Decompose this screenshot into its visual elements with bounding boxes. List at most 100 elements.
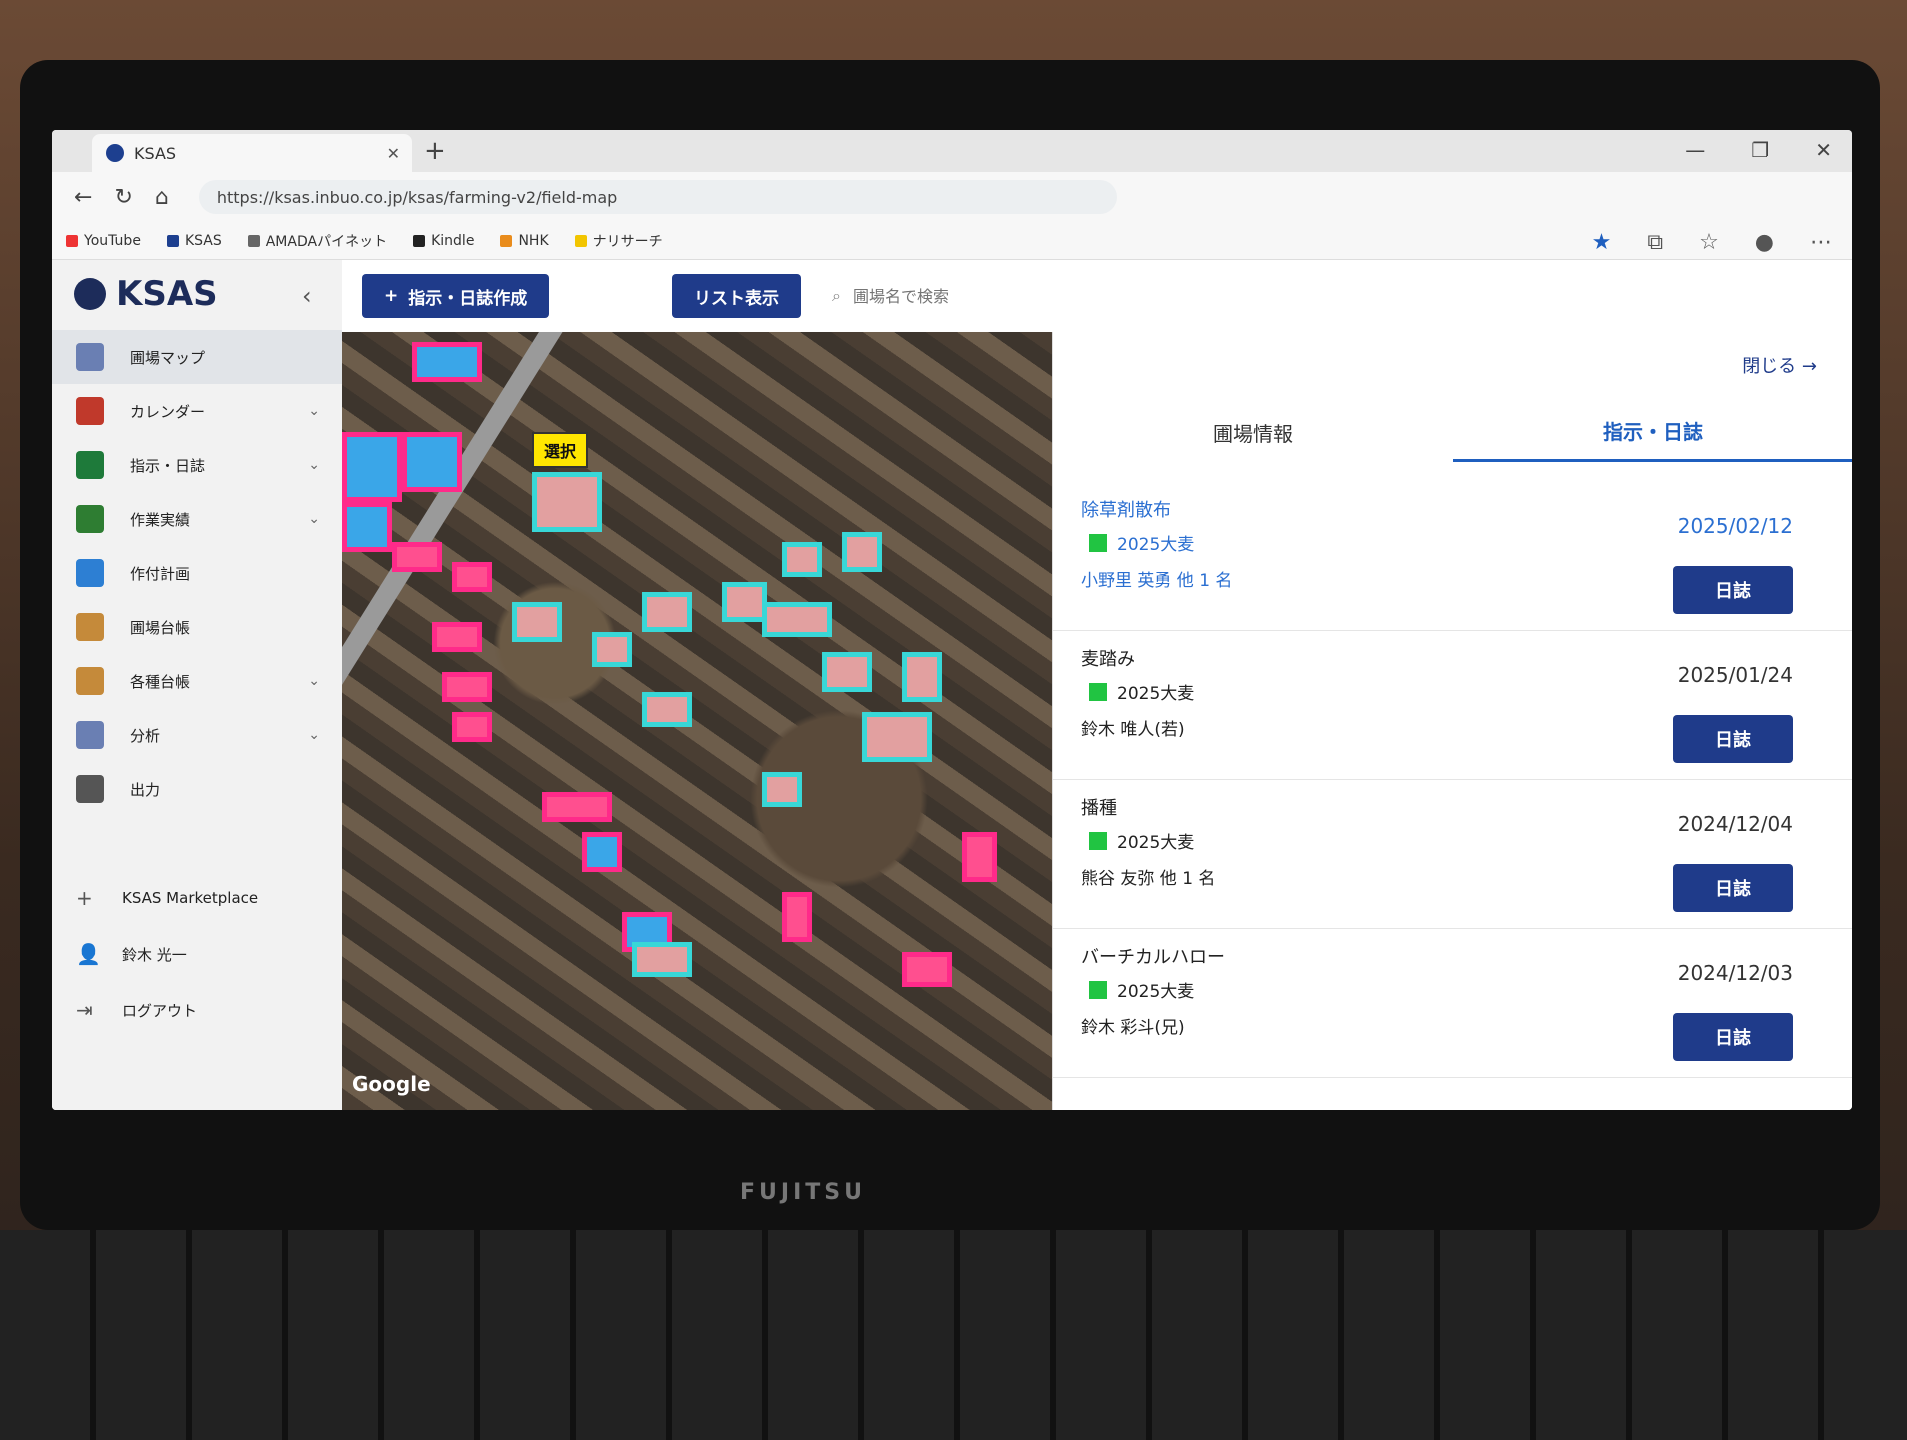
menu-icon [76,613,104,641]
bookmark[interactable]: KSAS [166,233,222,249]
field-detail-panel: 閉じる → 圃場情報 指示・日誌 除草剤散布 2025大麦 小野里 英勇 他 1 名… [1052,332,1852,1110]
entry-title[interactable]: 除草剤散布 [1081,496,1171,522]
map-field[interactable] [442,672,492,702]
map-field[interactable] [392,542,442,572]
map-field[interactable] [432,622,482,652]
sidebar-item[interactable]: 圃場マップ [52,330,342,384]
maximize-icon[interactable]: ❐ [1751,138,1769,162]
map-field[interactable] [902,952,952,987]
sidebar-item-label: 圃場台帳 [130,618,191,637]
chevron-down-icon[interactable]: ⌄ [308,673,320,689]
tab-field-info[interactable]: 圃場情報 [1053,402,1453,462]
sidebar-item[interactable]: 分析 ⌄ [52,708,342,762]
journal-entry[interactable]: 麦踏み 2025大麦 鈴木 唯人(若) 2025/01/24 日誌 [1053,631,1852,780]
url-field[interactable]: https://ksas.inbuo.co.jp/ksas/farming-v2… [198,180,1117,214]
bookmark[interactable]: AMADAパイネット [247,231,387,251]
map-field[interactable] [592,632,632,667]
reload-icon[interactable]: ↻ [114,185,132,210]
chevron-down-icon[interactable]: ⌄ [308,403,320,419]
sidebar-item[interactable]: 作業実績 ⌄ [52,492,342,546]
map-field[interactable] [782,892,812,942]
close-tab-icon[interactable]: ✕ [387,144,400,163]
ksas-logo[interactable]: KSAS [74,274,218,314]
menu-icon [76,343,104,371]
map-field[interactable] [582,832,622,872]
journal-entry[interactable]: 除草剤散布 2025大麦 小野里 英勇 他 1 名 2025/02/12 日誌 [1053,482,1852,631]
collapse-sidebar-icon[interactable]: ‹ [302,282,312,310]
laptop-keyboard [0,1230,1907,1440]
map-field-selected[interactable] [532,472,602,532]
marketplace-link[interactable]: + KSAS Marketplace [52,870,342,926]
journal-button[interactable]: 日誌 [1673,715,1793,763]
entry-title[interactable]: 麦踏み [1081,645,1135,671]
sidebar-item[interactable]: 各種台帳 ⌄ [52,654,342,708]
map-field[interactable] [962,832,997,882]
selected-field-label: 選択 [532,432,589,468]
bookmark[interactable]: NHK [500,233,549,249]
entry-title[interactable]: バーチカルハロー [1081,943,1225,969]
journal-entry[interactable]: バーチカルハロー 2025大麦 鈴木 彩斗(兄) 2024/12/03 日誌 [1053,929,1852,1078]
map-field[interactable] [902,652,942,702]
map-field[interactable] [782,542,822,577]
sidebar-menu: 圃場マップ カレンダー ⌄ 指示・日誌 ⌄ 作業実績 ⌄ 作付計画圃場台帳各種台帳 ⌄ 分析 ⌄ 出力 [52,330,342,816]
map-field[interactable] [452,712,492,742]
map-field[interactable] [762,772,802,807]
new-tab-icon[interactable]: + [424,136,446,166]
map-field[interactable] [512,602,562,642]
map-field[interactable] [412,342,482,382]
profile-icon[interactable]: ● [1755,230,1774,255]
map-field[interactable] [842,532,882,572]
map-field[interactable] [762,602,832,637]
sidebar-item[interactable]: 指示・日誌 ⌄ [52,438,342,492]
chevron-down-icon[interactable]: ⌄ [308,511,320,527]
sidebar-item[interactable]: 出力 [52,762,342,816]
tab-instruction-journal[interactable]: 指示・日誌 [1453,402,1852,462]
chevron-down-icon[interactable]: ⌄ [308,457,320,473]
search-input[interactable] [850,285,1015,307]
more-icon[interactable]: ⋯ [1810,230,1832,255]
bookmark[interactable]: ナリサーチ [574,231,663,251]
bookmark[interactable]: Kindle [413,233,474,249]
map-toolbar: + 指示・日誌作成 リスト表示 ⌕ [342,260,1852,332]
bookmarks-bar: YouTube KSAS AMADAパイネット Kindle NHK ナリサーチ [52,222,1852,260]
close-window-icon[interactable]: ✕ [1815,138,1832,162]
map-field[interactable] [342,432,402,502]
map-field[interactable] [342,502,392,552]
journal-button[interactable]: 日誌 [1673,566,1793,614]
favorites-icon[interactable]: ☆ [1699,230,1719,255]
entry-worker: 鈴木 唯人(若) [1081,720,1185,740]
entry-title[interactable]: 播種 [1081,794,1117,820]
journal-entry[interactable]: 播種 2025大麦 熊谷 友弥 他 1 名 2024/12/04 日誌 [1053,780,1852,929]
map-field[interactable] [862,712,932,762]
home-icon[interactable]: ⌂ [155,185,169,210]
entry-crop: 2025大麦 [1089,977,1194,1002]
journal-button[interactable]: 日誌 [1673,1013,1793,1061]
minimize-icon[interactable]: — [1685,138,1705,162]
sidebar-item-label: 作付計画 [130,564,191,583]
map-field[interactable] [452,562,492,592]
sidebar-item[interactable]: 作付計画 [52,546,342,600]
create-instruction-button[interactable]: + 指示・日誌作成 [362,274,550,318]
back-icon[interactable]: ← [74,185,92,210]
map-field[interactable] [402,432,462,492]
browser-tab[interactable]: KSAS ✕ [92,134,412,172]
bookmark[interactable]: YouTube [66,233,141,249]
map-field[interactable] [642,592,692,632]
list-view-button[interactable]: リスト表示 [672,274,801,318]
logout-button[interactable]: ⇥ ログアウト [52,982,342,1038]
close-panel-button[interactable]: 閉じる → [1742,352,1817,378]
chevron-down-icon[interactable]: ⌄ [308,727,320,743]
journal-button[interactable]: 日誌 [1673,864,1793,912]
sidebar-item[interactable]: 圃場台帳 [52,600,342,654]
map-field[interactable] [632,942,692,977]
star-icon[interactable]: ★ [1592,230,1612,255]
map-field[interactable] [542,792,612,822]
user-menu[interactable]: 👤 鈴木 光一 [52,926,342,982]
sidebar-item[interactable]: カレンダー ⌄ [52,384,342,438]
satellite-map[interactable]: 選択 Google [342,332,1052,1110]
map-field[interactable] [642,692,692,727]
map-field[interactable] [722,582,767,622]
entry-date: 2025/02/12 [1677,514,1793,538]
extensions-icon[interactable]: ⧉ [1647,230,1663,255]
map-field[interactable] [822,652,872,692]
